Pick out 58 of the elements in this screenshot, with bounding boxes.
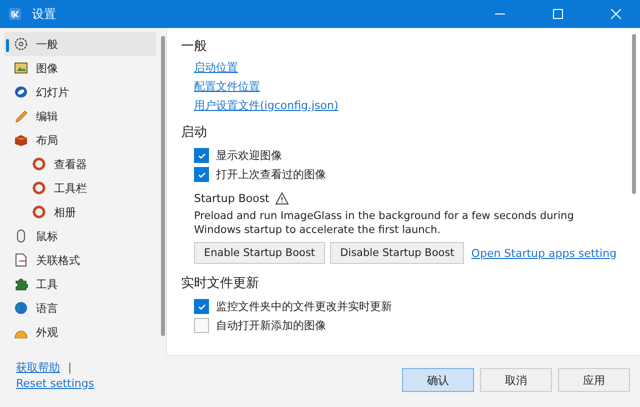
confirm-button[interactable]: 确认 (402, 368, 474, 392)
link[interactable]: 配置文件位置 (194, 79, 260, 94)
scrollbar[interactable] (632, 34, 636, 194)
separator: | (68, 361, 72, 374)
gear-icon (14, 37, 28, 51)
warning-icon (275, 192, 290, 205)
sidebar-item[interactable]: 布局 (4, 128, 156, 152)
pencil-icon (14, 109, 28, 123)
checkmark-icon (196, 302, 206, 312)
ring-icon (32, 205, 46, 219)
link[interactable]: 用户设置文件(igconfig.json) (194, 98, 338, 113)
reset-link[interactable]: Reset settings (16, 377, 94, 390)
ring-icon (32, 181, 46, 195)
document-icon (14, 253, 28, 267)
lens-icon (14, 85, 28, 99)
puzzle-icon (14, 277, 28, 291)
box-icon (14, 133, 28, 147)
checkbox[interactable] (194, 299, 209, 314)
dialog-button[interactable]: 取消 (480, 368, 552, 392)
section-heading: 启动 (181, 124, 208, 141)
sidebar-item[interactable]: 外观 (4, 320, 156, 344)
sidebar-item[interactable]: 鼠标 (4, 224, 156, 248)
link[interactable]: 启动位置 (194, 60, 238, 75)
picture-icon (14, 61, 28, 75)
help-link[interactable]: 获取帮助 (16, 360, 60, 375)
checkbox[interactable] (194, 148, 209, 163)
checkbox-label: 显示欢迎图像 (216, 148, 282, 163)
sidebar-item[interactable]: 编辑 (4, 104, 156, 128)
maximize-icon[interactable] (553, 9, 563, 19)
boost-title: Startup Boost (194, 192, 270, 205)
sidebar-item[interactable]: 工具栏 (4, 176, 156, 200)
window-title: 设置 (32, 6, 56, 22)
section-heading: 实时文件更新 (181, 275, 260, 292)
ring-icon (32, 157, 46, 171)
boost-button[interactable]: Enable Startup Boost (194, 242, 326, 264)
sidebar-item[interactable]: 相册 (4, 200, 156, 224)
sidebar-item[interactable]: 查看器 (4, 152, 156, 176)
dialog-button[interactable]: 应用 (558, 368, 630, 392)
sidebar-item[interactable]: 一般 (4, 32, 156, 56)
globe-icon (14, 301, 28, 315)
sidebar-item[interactable]: 幻灯片 (4, 80, 156, 104)
scrollbar[interactable] (161, 36, 165, 336)
boost-button[interactable]: Disable Startup Boost (330, 242, 464, 264)
checkbox-label: 打开上次查看过的图像 (216, 167, 326, 182)
sidebar-item[interactable]: 图像 (4, 56, 156, 80)
sidebar-item[interactable]: 语言 (4, 296, 156, 320)
mouse-icon (14, 229, 28, 243)
app-icon (8, 7, 22, 21)
checkbox[interactable] (194, 318, 209, 333)
startup-apps-link[interactable]: Open Startup apps setting (471, 246, 617, 260)
checkbox-label: 监控文件夹中的文件更改并实时更新 (216, 299, 392, 314)
sidebar-item[interactable]: 关联格式 (4, 248, 156, 272)
close-icon[interactable] (611, 9, 621, 19)
checkbox-label: 自动打开新添加的图像 (216, 318, 326, 333)
section-heading: 一般 (181, 38, 208, 55)
checkbox[interactable] (194, 167, 209, 182)
sidebar-item[interactable]: 工具 (4, 272, 156, 296)
description-text: Preload and run ImageGlass in the background for a few seconds during Windows startup to accelerate the first launch. (194, 209, 575, 237)
